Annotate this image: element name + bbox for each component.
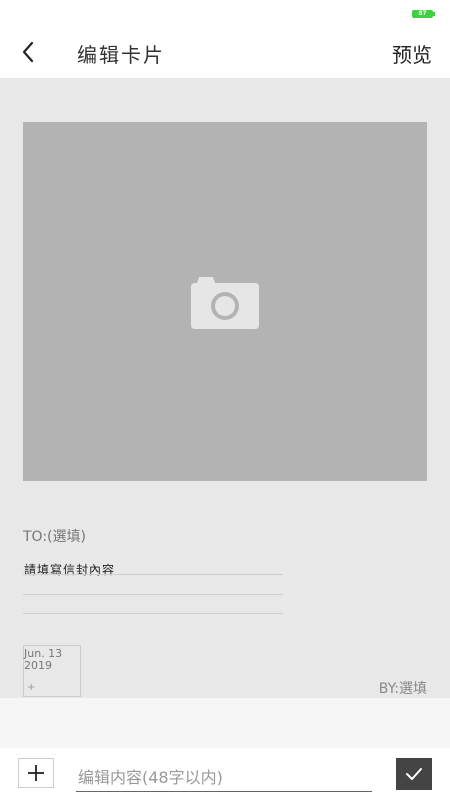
writing-line (23, 613, 283, 614)
sender-label[interactable]: BY:選填 (379, 678, 427, 698)
plus-icon (28, 765, 44, 781)
page-title: 编辑卡片 (77, 43, 165, 67)
add-stamp-icon: + (27, 682, 36, 693)
preview-button[interactable]: 预览 (392, 39, 432, 68)
camera-icon (191, 276, 259, 329)
add-button[interactable] (18, 758, 54, 788)
input-bar (0, 748, 450, 800)
bottom-spacer (0, 698, 450, 748)
photo-placeholder[interactable] (23, 122, 427, 481)
battery-icon: 87 (412, 10, 435, 18)
writing-line (23, 594, 283, 595)
edit-card-screen: 87 编辑卡片 预览 TO:(選填) 請填寫信封內容 Jun. 13 2019 (0, 0, 450, 800)
envelope-content-placeholder[interactable]: 請填寫信封內容 (24, 561, 115, 578)
card-editor: TO:(選填) 請填寫信封內容 Jun. 13 2019 + BY:選填 (0, 78, 450, 698)
writing-line (23, 574, 283, 575)
recipient-label[interactable]: TO:(選填) (23, 526, 86, 546)
app-bar: 编辑卡片 预览 (0, 26, 450, 78)
content-input[interactable] (76, 764, 372, 792)
date-text: Jun. 13 2019 (24, 648, 62, 672)
status-bar: 87 (0, 0, 450, 26)
date-year: 2019 (24, 659, 52, 672)
chevron-left-icon (22, 41, 34, 63)
date-stamp[interactable]: Jun. 13 2019 + (23, 645, 81, 697)
confirm-button[interactable] (396, 758, 432, 790)
back-button[interactable] (12, 36, 44, 68)
check-icon (406, 768, 422, 780)
